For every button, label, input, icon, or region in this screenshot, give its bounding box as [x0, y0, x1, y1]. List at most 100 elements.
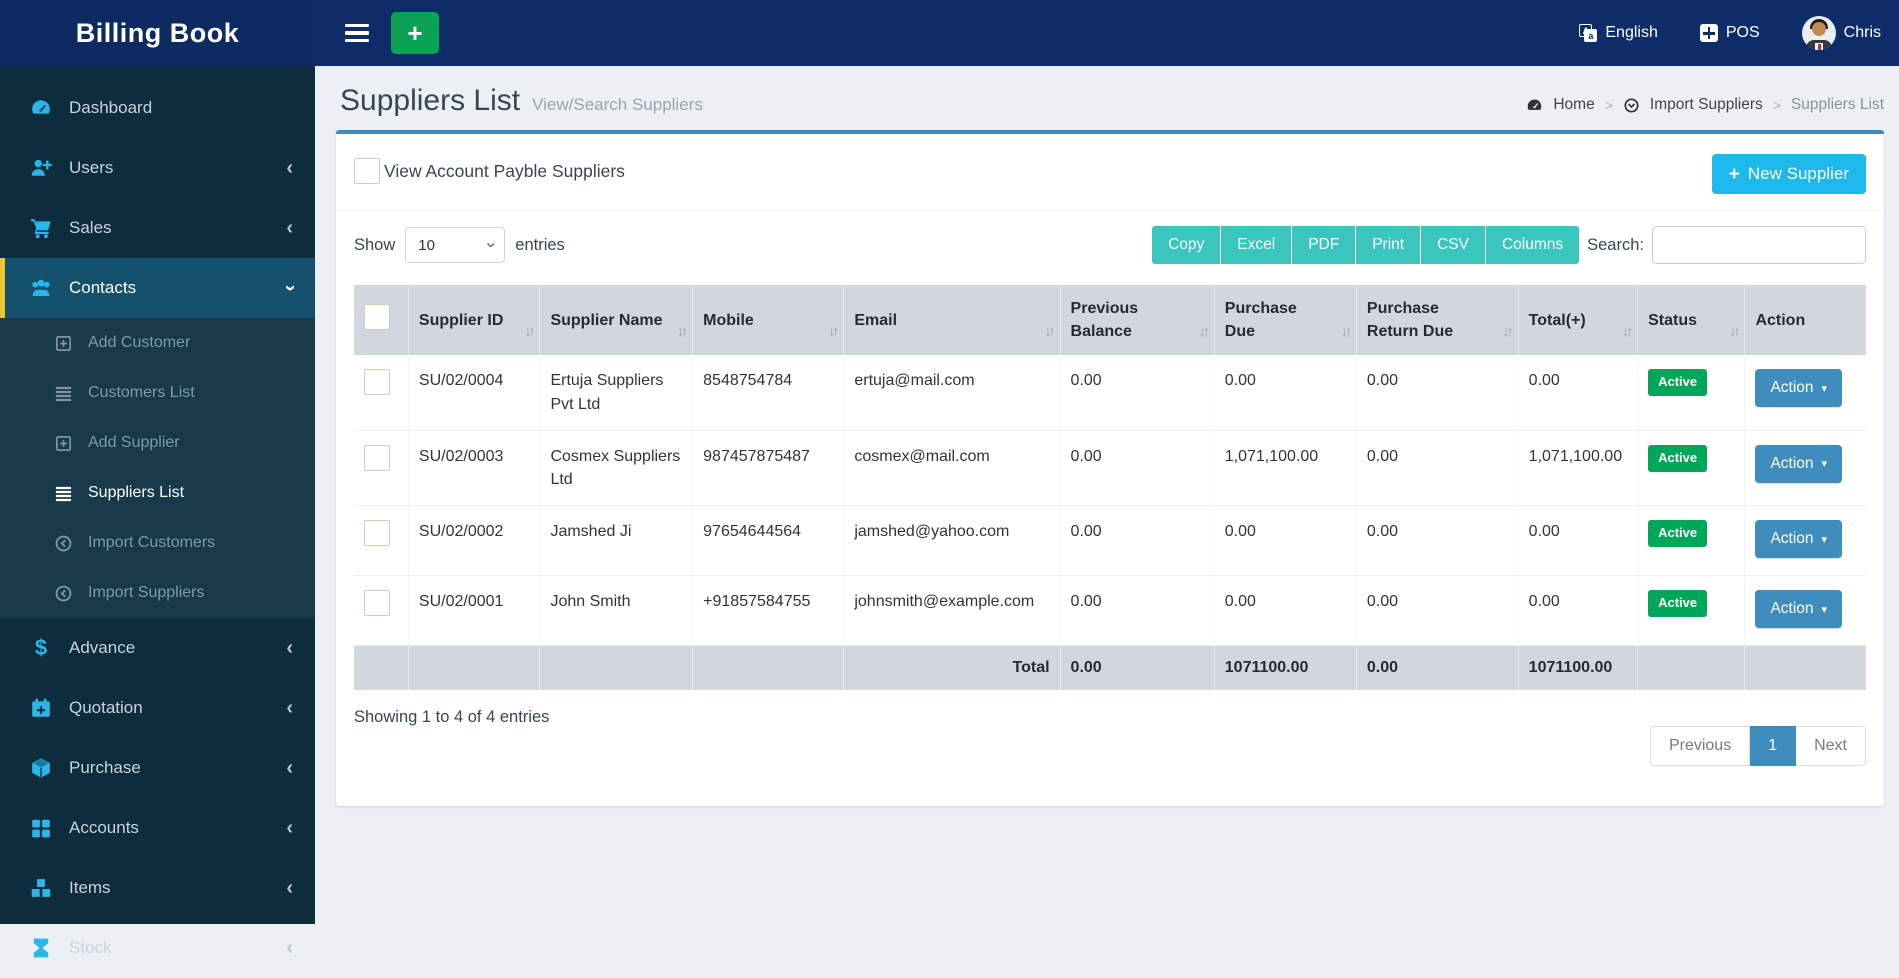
- sidebar-item-add-customer[interactable]: Add Customer: [0, 318, 315, 368]
- search-input[interactable]: [1652, 226, 1866, 264]
- breadcrumb-home[interactable]: Home: [1553, 96, 1594, 114]
- sidebar-item-purchase[interactable]: Purchase ‹: [0, 738, 315, 798]
- select-all-checkbox[interactable]: [364, 303, 390, 330]
- list-icon: [52, 383, 74, 403]
- excel-button[interactable]: Excel: [1221, 226, 1293, 264]
- column-header-supplier-id[interactable]: Supplier ID ↓↑: [408, 285, 541, 356]
- copy-button[interactable]: Copy: [1152, 226, 1222, 264]
- content-header: Suppliers List View/Search Suppliers Hom…: [315, 66, 1899, 128]
- action-dropdown-button[interactable]: Action ▾: [1755, 520, 1843, 559]
- pos-plus-icon: [1699, 24, 1718, 42]
- plus-square-icon: [52, 333, 74, 353]
- cell-supplier-id: SU/02/0003: [408, 430, 541, 507]
- print-button[interactable]: Print: [1356, 226, 1422, 264]
- status-badge: Active: [1648, 590, 1708, 617]
- total-label: Total: [843, 645, 1061, 691]
- language-menu[interactable]: Aa English: [1579, 24, 1658, 42]
- arrow-circle-icon: [52, 533, 74, 553]
- sidebar-item-contacts[interactable]: Contacts ‹: [0, 258, 315, 318]
- sidebar-item-stock[interactable]: Stock ‹: [0, 918, 315, 978]
- cell-previous-balance: 0.00: [1060, 575, 1215, 647]
- status-badge: Active: [1648, 520, 1708, 547]
- sort-icon: ↓↑: [677, 323, 688, 340]
- sidebar-item-label: Sales: [69, 218, 112, 237]
- pagination-page-1-button[interactable]: 1: [1750, 726, 1797, 767]
- cell-mobile: 8548754784: [692, 355, 845, 431]
- row-checkbox[interactable]: [364, 520, 390, 547]
- export-button-group: Copy Excel PDF Print CSV Columns: [1152, 226, 1580, 264]
- row-checkbox[interactable]: [364, 369, 390, 396]
- sidebar-item-items[interactable]: Items ‹: [0, 858, 315, 918]
- cube-icon: [29, 757, 53, 779]
- column-header-previous-balance[interactable]: Previous Balance ↓↑: [1060, 285, 1215, 356]
- column-header-purchase-return-due[interactable]: Purchase Return Due ↓↑: [1356, 285, 1519, 356]
- sidebar-item-sales[interactable]: Sales ‹: [0, 198, 315, 258]
- breadcrumb-import-suppliers[interactable]: Import Suppliers: [1650, 96, 1763, 114]
- cell-email: ertuja@mail.com: [843, 355, 1061, 431]
- quick-add-button[interactable]: +: [391, 12, 439, 54]
- breadcrumb: Home > Import Suppliers > Suppliers List: [1526, 96, 1884, 118]
- sidebar-item-users[interactable]: Users ‹: [0, 138, 315, 198]
- table-row: SU/02/0004 Ertuja Suppliers Pvt Ltd 8548…: [354, 355, 1866, 431]
- sidebar-item-label: Customers List: [88, 384, 195, 401]
- column-header-supplier-name[interactable]: Supplier Name ↓↑: [539, 285, 694, 356]
- brand-logo[interactable]: Billing Book: [0, 0, 315, 66]
- column-header-total[interactable]: Total(+) ↓↑: [1518, 285, 1639, 356]
- pagination: Previous 1 Next: [1649, 726, 1866, 767]
- shopping-cart-icon: [29, 217, 53, 239]
- sidebar-item-advance[interactable]: $ Advance ‹: [0, 618, 315, 678]
- sidebar-item-import-suppliers[interactable]: Import Suppliers: [0, 568, 315, 618]
- sidebar-toggle-icon[interactable]: [345, 23, 369, 43]
- column-header-action: Action: [1744, 285, 1866, 356]
- sidebar-item-import-customers[interactable]: Import Customers: [0, 518, 315, 568]
- new-supplier-button[interactable]: + New Supplier: [1711, 154, 1866, 194]
- sidebar-item-label: Add Customer: [88, 334, 191, 351]
- table-row: SU/02/0002 Jamshed Ji 97654644564 jamshe…: [354, 505, 1866, 577]
- sort-icon: ↓↑: [524, 323, 535, 340]
- column-header-email[interactable]: Email ↓↑: [843, 285, 1061, 356]
- columns-button[interactable]: Columns: [1485, 226, 1580, 264]
- calendar-plus-icon: [29, 697, 53, 719]
- column-header-purchase-due[interactable]: Purchase Due ↓↑: [1214, 285, 1357, 356]
- view-account-payble-checkbox[interactable]: [354, 158, 380, 184]
- column-header-mobile[interactable]: Mobile ↓↑: [692, 285, 845, 356]
- row-checkbox[interactable]: [364, 444, 390, 471]
- action-dropdown-button[interactable]: Action ▾: [1755, 590, 1843, 629]
- sidebar-item-accounts[interactable]: Accounts ‹: [0, 798, 315, 858]
- import-circle-icon: [1623, 97, 1640, 114]
- cell-mobile: +91857584755: [692, 575, 845, 647]
- pagination-previous-button[interactable]: Previous: [1649, 726, 1751, 767]
- sidebar-item-label: Dashboard: [69, 98, 153, 117]
- action-dropdown-button[interactable]: Action ▾: [1755, 369, 1843, 408]
- sidebar-item-dashboard[interactable]: Dashboard: [0, 78, 315, 138]
- csv-button[interactable]: CSV: [1421, 226, 1486, 264]
- list-icon: [52, 483, 74, 503]
- pos-label: POS: [1725, 24, 1760, 41]
- pos-button[interactable]: POS: [1699, 24, 1760, 42]
- row-checkbox[interactable]: [364, 590, 390, 617]
- table-row: SU/02/0001 John Smith +91857584755 johns…: [354, 575, 1866, 647]
- user-menu[interactable]: Chris: [1801, 16, 1881, 50]
- sidebar-item-suppliers-list[interactable]: Suppliers List: [0, 468, 315, 518]
- cell-purchase-return-due: 0.00: [1356, 575, 1519, 647]
- action-dropdown-button[interactable]: Action ▾: [1755, 444, 1843, 483]
- sidebar-item-label: Contacts: [69, 278, 137, 297]
- cell-email: johnsmith@example.com: [843, 575, 1061, 647]
- table-row: SU/02/0003 Cosmex Suppliers Ltd 98745787…: [354, 430, 1866, 507]
- main-content: Suppliers List View/Search Suppliers Hom…: [315, 66, 1899, 924]
- sidebar-item-label: Advance: [69, 638, 136, 657]
- column-header-status[interactable]: Status ↓↑: [1637, 285, 1746, 356]
- sort-icon: ↓↑: [1044, 323, 1056, 340]
- sidebar-item-quotation[interactable]: Quotation ‹: [0, 678, 315, 738]
- page-size-select[interactable]: 10 ‹: [405, 227, 506, 263]
- sidebar-item-add-supplier[interactable]: Add Supplier: [0, 418, 315, 468]
- table-total-row: Total 0.00 1071100.00 0.00 1071100.00: [354, 645, 1866, 691]
- entries-label: entries: [515, 235, 565, 254]
- pdf-button[interactable]: PDF: [1292, 226, 1357, 264]
- total-purchase-return-due: 0.00: [1356, 645, 1519, 691]
- sidebar-item-customers-list[interactable]: Customers List: [0, 368, 315, 418]
- dashboard-gauge-icon: [1526, 97, 1543, 114]
- user-plus-icon: [29, 157, 53, 179]
- sidebar-item-label: Accounts: [69, 818, 139, 837]
- pagination-next-button[interactable]: Next: [1796, 726, 1866, 767]
